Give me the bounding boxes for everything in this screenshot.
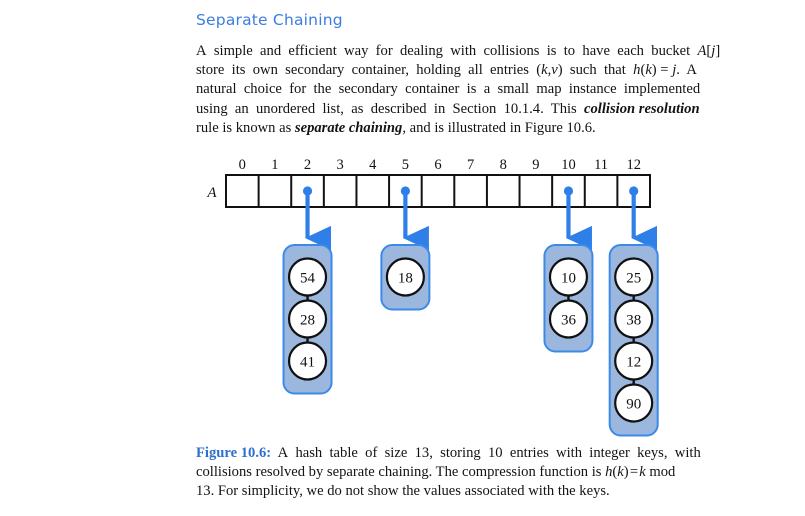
chain-node-key: 18 — [398, 270, 413, 286]
array-index-label-2: 2 — [304, 157, 311, 173]
array-index-label-9: 9 — [532, 157, 539, 173]
array-cell-10[interactable] — [552, 175, 585, 207]
bucket-pointer-dot-12 — [629, 186, 639, 196]
chain-node-key: 25 — [626, 270, 641, 286]
bucket-pointer-dot-5 — [400, 186, 410, 196]
chain-node[interactable] — [548, 257, 589, 297]
array-cell-11[interactable] — [585, 175, 618, 207]
array-index-label-6: 6 — [434, 157, 441, 173]
paragraph-line-2: store its own secondary container, holdi… — [196, 62, 697, 79]
array-name-label: A — [206, 185, 217, 201]
chain-node-key: 41 — [300, 354, 315, 370]
array-index-label-10: 10 — [561, 157, 576, 173]
array-index-label-4: 4 — [369, 157, 377, 173]
chain-node-key: 54 — [300, 270, 316, 286]
bucket-pointer-dot-2 — [302, 186, 313, 196]
array-index-label-12: 12 — [626, 157, 641, 173]
array-cell-7[interactable] — [454, 175, 487, 207]
paragraph-line-3: natural choice for the secondary contain… — [196, 81, 701, 98]
chain-node[interactable] — [614, 257, 654, 297]
array-cell-8[interactable] — [487, 175, 520, 207]
bucket-pointer-dot-10 — [563, 186, 574, 196]
array-cell-5[interactable] — [389, 175, 422, 207]
bucket-container-2[interactable] — [282, 244, 333, 395]
body-paragraph: A simple and efficient way for dealing w… — [196, 42, 721, 138]
array-cell-0[interactable] — [226, 175, 259, 207]
chain-node[interactable] — [548, 299, 589, 339]
chain-node-key: 38 — [626, 312, 641, 328]
array-index-label-1: 1 — [271, 157, 278, 173]
chain-node-key: 90 — [626, 396, 641, 412]
bucket-container-5[interactable] — [380, 244, 431, 311]
figure-caption: Figure 10.6: A hash table of size 13, st… — [196, 444, 712, 502]
bucket-10: 10 36 — [543, 186, 594, 353]
bucket-12: 25 38 12 90 — [608, 186, 659, 437]
paragraph-line-5: rule is known as separate chaining, and … — [196, 119, 596, 136]
bucket-2: 54 28 41 — [282, 186, 333, 395]
chain-node[interactable] — [287, 341, 328, 381]
array-cell-4[interactable] — [356, 175, 389, 207]
array-index-label-11: 11 — [594, 157, 608, 173]
chain-node[interactable] — [385, 257, 425, 297]
chain-node[interactable] — [614, 383, 654, 423]
section-heading: Separate Chaining — [196, 11, 343, 29]
chain-node[interactable] — [287, 257, 328, 297]
array-index-label-0: 0 — [239, 157, 246, 173]
array-cell-9[interactable] — [520, 175, 553, 207]
array-cell-6[interactable] — [422, 175, 455, 207]
array-outline — [225, 174, 651, 208]
array-index-label-5: 5 — [402, 157, 409, 173]
array-cell-3[interactable] — [324, 175, 357, 207]
array-index-label-7: 7 — [467, 157, 474, 173]
array-cell-12[interactable] — [617, 175, 650, 207]
bucket-5: 18 — [380, 186, 431, 311]
chain-node-key: 12 — [626, 354, 641, 370]
caption-line-2: collisions resolved by separate chaining… — [196, 464, 676, 481]
chain-node[interactable] — [614, 341, 654, 381]
chain-node-key: 10 — [561, 270, 576, 286]
paragraph-line-1: A simple and efficient way for dealing w… — [196, 43, 721, 59]
chain-node-key: 36 — [561, 312, 577, 328]
array-index-label-3: 3 — [337, 157, 344, 173]
paragraph-line-4: using an unordered list, as described in… — [196, 100, 700, 117]
chain-node[interactable] — [614, 299, 654, 339]
bucket-container-10[interactable] — [543, 244, 594, 353]
chain-node-key: 28 — [300, 312, 315, 328]
chain-node[interactable] — [287, 299, 328, 339]
bucket-container-12[interactable] — [608, 244, 659, 437]
array-cell-2[interactable] — [291, 175, 324, 207]
caption-line-3: 13. For simplicity, we do not show the v… — [196, 483, 610, 500]
figure-number-label: Figure 10.6: — [196, 445, 272, 461]
caption-line-1: Figure 10.6: A hash table of size 13, st… — [196, 445, 701, 461]
array-index-label-8: 8 — [500, 157, 507, 173]
array-cell-1[interactable] — [259, 175, 292, 207]
